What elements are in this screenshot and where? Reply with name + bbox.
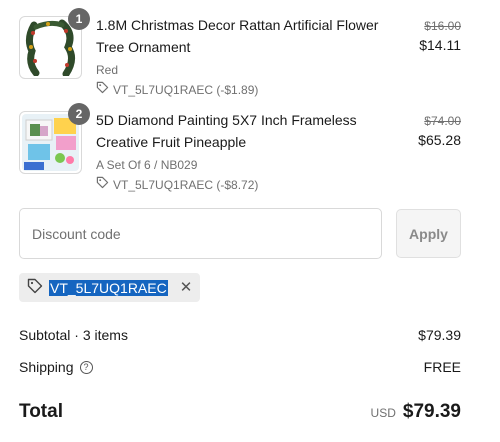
shipping-row: Shipping ? FREE: [19, 359, 461, 375]
subtotal-value: $79.39: [418, 327, 461, 343]
item-discount: VT_5L7UQ1RAEC (-$1.89): [96, 81, 396, 98]
applied-code-text: VT_5L7UQ1RAEC: [49, 279, 168, 296]
quantity-badge: 2: [68, 103, 90, 125]
item-variant: Red: [96, 63, 119, 77]
final-price: $14.11: [419, 37, 461, 53]
total-amount: $79.39: [402, 401, 461, 422]
tag-icon: [96, 81, 109, 98]
shipping-label: Shipping: [19, 359, 74, 375]
help-icon[interactable]: ?: [79, 360, 93, 374]
item-title: 1.8M Christmas Decor Rattan Artificial F…: [96, 17, 379, 55]
item-info: 1.8M Christmas Decor Rattan Artificial F…: [96, 14, 396, 98]
product-thumbnail: 1: [19, 8, 90, 79]
original-price: $74.00: [424, 114, 461, 128]
total-label: Total: [19, 401, 63, 422]
item-discount-text: VT_5L7UQ1RAEC (-$8.72): [113, 177, 259, 192]
shipping-label-group: Shipping ?: [19, 359, 93, 375]
line-item: 2 5D Diamond Painting 5X7 Inch Frameless…: [19, 103, 461, 192]
close-icon[interactable]: ✕: [180, 279, 193, 296]
tag-icon: [96, 176, 109, 193]
shipping-value: FREE: [423, 359, 461, 375]
item-prices: $16.00 $14.11: [419, 17, 461, 55]
item-discount-text: VT_5L7UQ1RAEC (-$1.89): [113, 82, 259, 97]
apply-button[interactable]: Apply: [396, 209, 461, 258]
original-price: $16.00: [424, 19, 461, 33]
subtotal-row: Subtotal · 3 items $79.39: [19, 327, 461, 343]
total-amount-group: USD $79.39: [371, 401, 461, 423]
item-prices: $74.00 $65.28: [418, 112, 461, 150]
subtotal-label: Subtotal · 3 items: [19, 327, 128, 343]
line-item: 1 1.8M Christmas Decor Rattan Artificial…: [19, 8, 461, 97]
item-title: 5D Diamond Painting 5X7 Inch Frameless C…: [96, 112, 357, 150]
tag-icon: [27, 278, 43, 297]
discount-code-input[interactable]: Discount code: [19, 208, 382, 259]
item-info: 5D Diamond Painting 5X7 Inch Frameless C…: [96, 109, 396, 193]
total-row: Total USD $79.39: [19, 401, 461, 423]
applied-discount-chip: VT_5L7UQ1RAEC ✕: [19, 273, 201, 302]
christmas-garland-image: [22, 19, 79, 76]
product-thumbnail: 2: [19, 103, 90, 174]
final-price: $65.28: [418, 132, 461, 148]
currency-code: USD: [370, 406, 396, 420]
quantity-badge: 1: [68, 8, 90, 30]
item-variant: A Set Of 6 / NB029: [96, 158, 198, 172]
diamond-painting-kit-image: [22, 114, 79, 171]
discount-form: Discount code Apply: [19, 208, 461, 259]
item-discount: VT_5L7UQ1RAEC (-$8.72): [96, 176, 396, 193]
